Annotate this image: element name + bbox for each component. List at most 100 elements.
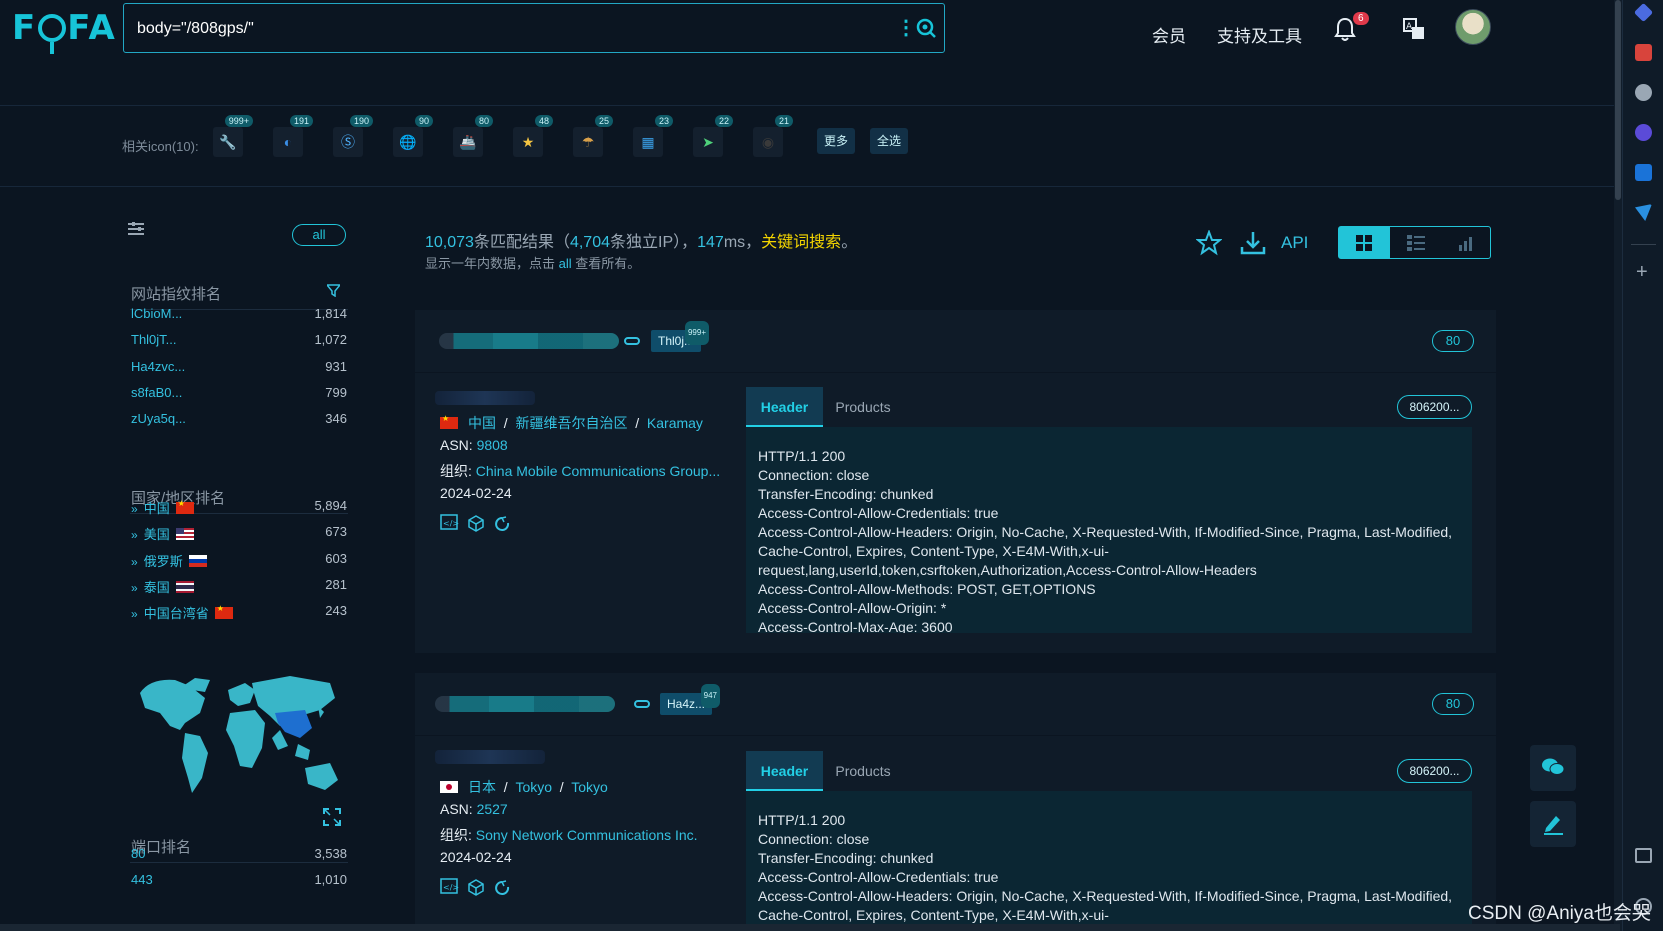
chevron-right-icon[interactable]: » [131,502,138,516]
chevron-right-icon[interactable]: » [131,528,138,542]
search-box[interactable]: ⋮ [123,3,945,53]
rank-row[interactable]: » 泰国 281 [131,573,347,599]
search-icon[interactable] [916,18,936,38]
fingerprint-tag[interactable]: Ha4z... 947 [660,684,721,715]
stats-view-icon[interactable] [1457,235,1475,251]
rank-name[interactable]: zUya5q... [131,411,186,426]
related-icon[interactable]: ▦ 23 [633,115,673,157]
related-icon[interactable]: Ⓢ 190 [333,115,373,157]
scrollbar[interactable] [1614,0,1622,931]
country-link[interactable]: 中国 [468,415,496,431]
host-link-redacted[interactable] [435,696,615,712]
org-link[interactable]: China Mobile Communications Group... [476,463,720,479]
region-link[interactable]: 新疆维吾尔自治区 [515,415,627,431]
fingerprint-tag[interactable]: Thl0j... 999+ [651,321,710,352]
port-pill[interactable]: 80 [1432,693,1474,715]
code-icon[interactable]: </> [440,878,459,894]
rank-name[interactable]: » 美国 [131,524,194,543]
feedback-button[interactable] [1530,801,1576,847]
rank-name[interactable]: 80 [131,846,145,861]
code-icon[interactable]: </> [440,514,459,530]
related-icon[interactable]: ◐ 191 [273,115,313,157]
translate-icon[interactable]: A [1403,18,1425,40]
chevron-right-icon[interactable]: » [131,607,138,621]
funnel-icon[interactable] [327,284,340,297]
rank-name[interactable]: Thl0jT... [131,332,177,347]
host-link-redacted[interactable] [439,333,619,349]
filter-settings-icon[interactable] [128,222,144,236]
tab-header[interactable]: Header [746,751,823,791]
host-redacted[interactable] [435,391,535,405]
send-icon[interactable] [1635,204,1652,221]
link-icon[interactable] [634,700,650,708]
grid-view-button[interactable] [1339,227,1390,258]
user-avatar[interactable] [1455,9,1491,45]
rank-row[interactable]: Ha4zvc... 931 [131,355,347,381]
rank-row[interactable]: lCbioM... 1,814 [131,302,347,328]
rank-name[interactable]: Ha4zvc... [131,359,185,374]
tab-header[interactable]: Header [746,387,823,427]
chevron-right-icon[interactable]: » [131,581,138,595]
nav-tools[interactable]: 支持及工具 [1217,22,1302,47]
screen-capture-icon[interactable] [1635,848,1652,863]
rank-row[interactable]: Thl0jT... 1,072 [131,328,347,354]
scrollbar-thumb[interactable] [1615,0,1621,200]
search-input[interactable] [137,17,857,41]
outlook-icon[interactable] [1635,164,1652,181]
related-icon[interactable]: ☂ 25 [573,115,613,157]
rank-name[interactable]: 443 [131,872,153,887]
list-view-icon[interactable] [1407,235,1425,251]
rank-name[interactable]: lCbioM... [131,306,182,321]
copilot-icon[interactable] [1635,124,1652,141]
city-link[interactable]: Tokyo [571,779,608,795]
rank-row[interactable]: 80 3,538 [131,842,347,868]
related-icon[interactable]: 🌐 90 [393,115,433,157]
more-icons-button[interactable]: 更多 [817,128,856,154]
api-button[interactable]: API [1281,233,1308,253]
add-icon[interactable]: + [1636,262,1648,282]
port-pill[interactable]: 80 [1432,330,1474,352]
fofa-logo[interactable]: F FA [12,8,117,54]
country-link[interactable]: 日本 [468,779,496,795]
related-icon[interactable]: ➤ 22 [693,115,733,157]
world-map[interactable] [130,668,350,808]
expand-map-icon[interactable] [323,808,341,826]
nav-member[interactable]: 会员 [1152,22,1186,47]
people-icon[interactable] [1635,84,1652,101]
org-link[interactable]: Sony Network Communications Inc. [476,827,698,843]
host-redacted[interactable] [435,750,545,764]
link-icon[interactable] [624,337,640,345]
asn-link[interactable]: 9808 [477,437,508,453]
region-link[interactable]: Tokyo [515,779,552,795]
all-filter-pill[interactable]: all [292,224,346,246]
rank-name[interactable]: s8faB0... [131,385,182,400]
related-icon[interactable]: ◉ 21 [753,115,793,157]
hash-pill[interactable]: 806200... [1397,395,1472,419]
rank-name[interactable]: » 中国台湾省 [131,603,233,622]
show-all-link[interactable]: all [559,256,572,271]
rank-row[interactable]: zUya5q... 346 [131,407,347,433]
refresh-icon[interactable] [495,880,510,895]
tab-products[interactable]: Products [823,387,903,427]
rank-name[interactable]: » 俄罗斯 [131,551,207,570]
asn-link[interactable]: 2527 [477,801,508,817]
star-icon[interactable] [1196,230,1222,256]
rank-row[interactable]: » 俄罗斯 603 [131,547,347,573]
cube-icon[interactable] [468,515,484,532]
rank-name[interactable]: » 泰国 [131,577,194,596]
city-link[interactable]: Karamay [647,415,703,431]
cube-icon[interactable] [468,879,484,896]
rank-row[interactable]: 443 1,010 [131,868,347,894]
chevron-right-icon[interactable]: » [131,555,138,569]
rank-row[interactable]: » 中国台湾省 243 [131,599,347,625]
rank-name[interactable]: » 中国 [131,498,194,517]
select-all-icons-button[interactable]: 全选 [870,128,909,154]
tag-icon[interactable] [1633,2,1654,23]
download-icon[interactable] [1240,230,1266,256]
wechat-button[interactable] [1530,745,1576,791]
related-icon[interactable]: 🚢 80 [453,115,493,157]
rank-row[interactable]: » 美国 673 [131,520,347,546]
related-icon[interactable]: ★ 48 [513,115,553,157]
related-icon[interactable]: 🔧 999+ [213,115,253,157]
rank-row[interactable]: s8faB0... 799 [131,381,347,407]
